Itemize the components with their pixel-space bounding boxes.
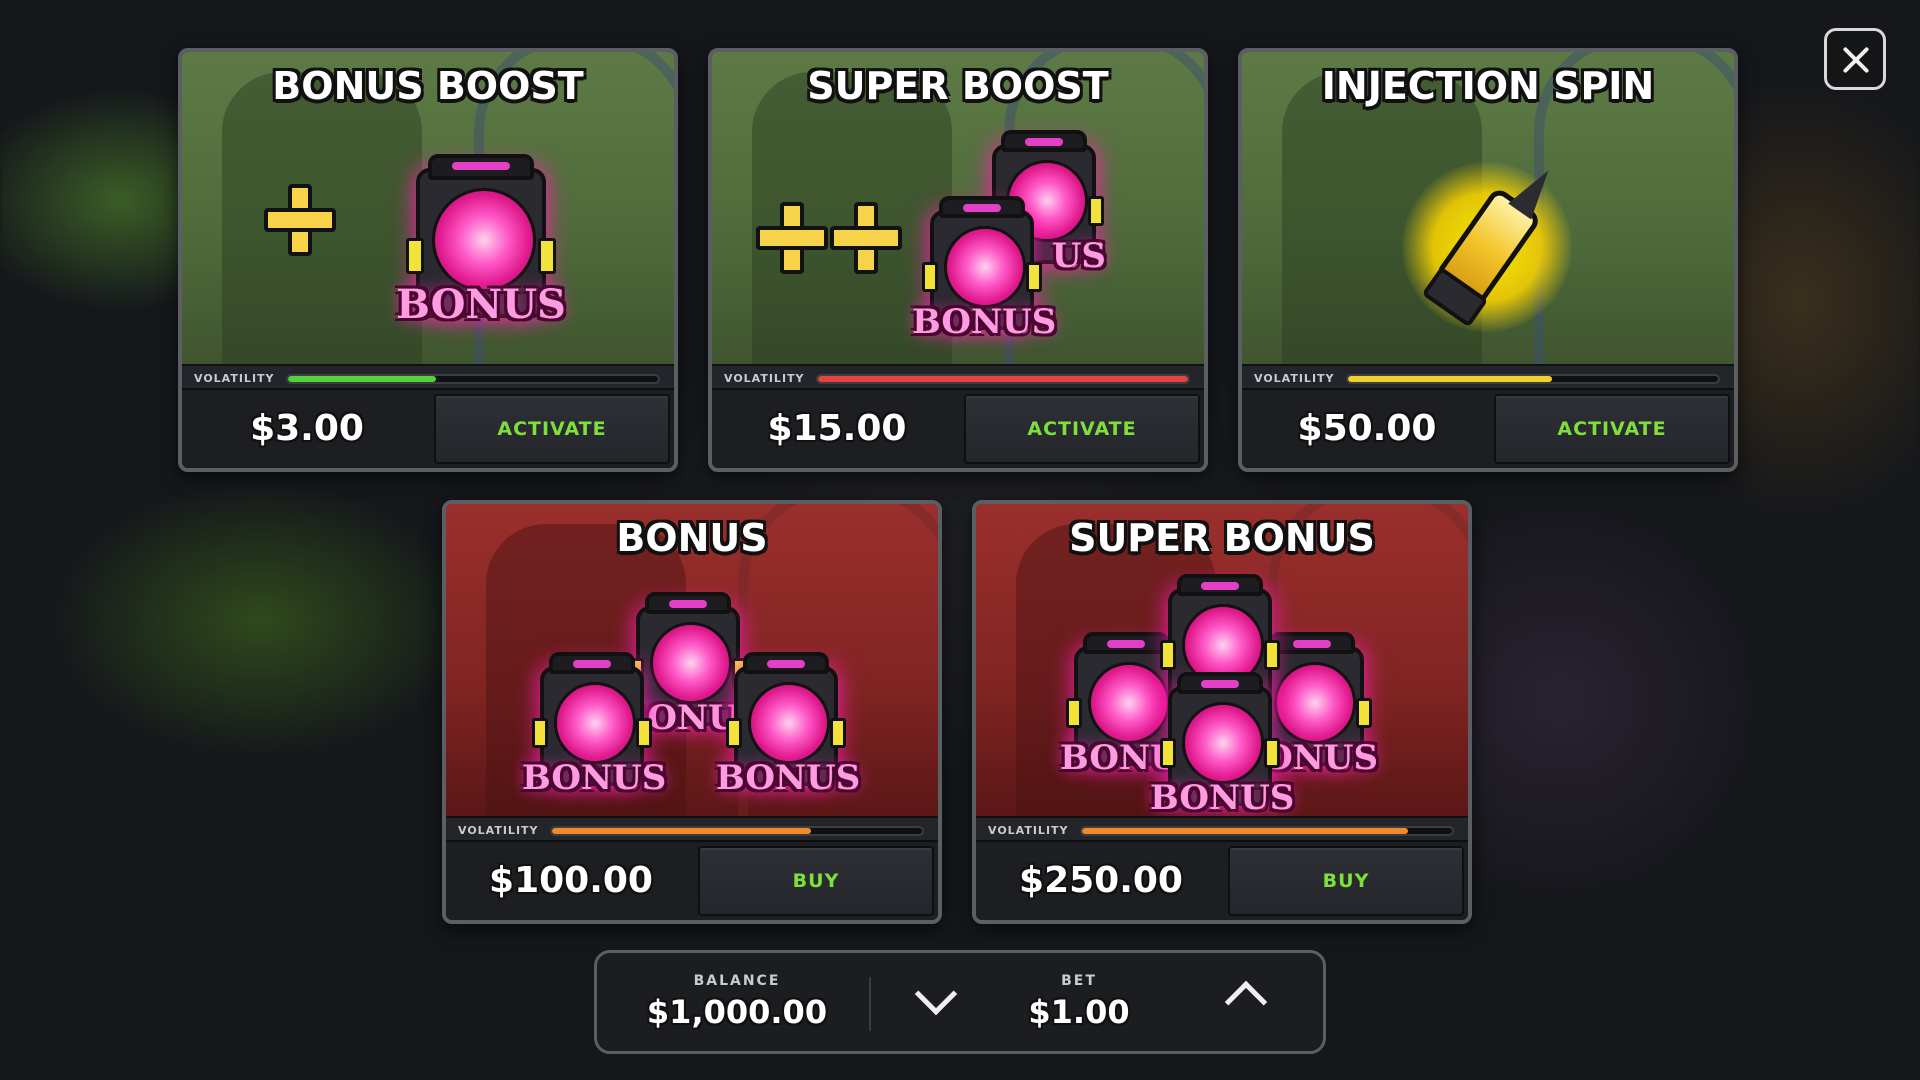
volatility-fill <box>552 828 811 834</box>
syringe-icon <box>1402 162 1572 332</box>
balance-label: BALANCE <box>693 973 781 989</box>
card-bonus: BONUS BONUS BONUS BONUS VOLATILITY $100.… <box>442 500 942 924</box>
card-title: SUPER BOOST <box>807 64 1109 108</box>
divider <box>869 977 871 1031</box>
plus-icon <box>756 202 828 274</box>
card-art: SUPER BONUS BONU ONUS BONUS <box>976 504 1468 816</box>
card-title: BONUS <box>616 516 768 560</box>
card-title: BONUS BOOST <box>272 64 584 108</box>
bet-value: $1.00 <box>1028 993 1130 1031</box>
card-title: INJECTION SPIN <box>1321 64 1655 108</box>
card-art: SUPER BOOST US BONUS <box>712 52 1204 364</box>
volatility-fill <box>1348 376 1552 382</box>
volatility-label: VOLATILITY <box>458 824 539 837</box>
activate-button[interactable]: ACTIVATE <box>964 394 1200 464</box>
close-icon[interactable] <box>1824 28 1886 90</box>
card-super-bonus: SUPER BONUS BONU ONUS BONUS VOLATILITY $… <box>972 500 1472 924</box>
activate-button[interactable]: ACTIVATE <box>1494 394 1730 464</box>
bonus-chest-icon: BONUS <box>716 648 860 798</box>
plus-icon <box>830 202 902 274</box>
bonus-chest-icon: BONUS <box>912 192 1056 342</box>
bonus-chest-icon: BONUS <box>396 148 566 328</box>
volatility-fill <box>288 376 436 382</box>
balance-bet-bar: BALANCE $1,000.00 BET $1.00 <box>594 950 1326 1054</box>
volatility-label: VOLATILITY <box>988 824 1069 837</box>
card-bonus-boost: BONUS BOOST BONUS VOLATILITY $3.00 ACTIV… <box>178 48 678 472</box>
card-art: INJECTION SPIN <box>1242 52 1734 364</box>
card-art: BONUS BONUS BONUS BONUS <box>446 504 938 816</box>
card-art: BONUS BOOST BONUS <box>182 52 674 364</box>
plus-icon <box>264 184 336 256</box>
price-label: $100.00 <box>489 860 653 901</box>
buy-button[interactable]: BUY <box>698 846 934 916</box>
volatility-fill <box>1082 828 1408 834</box>
price-label: $250.00 <box>1019 860 1183 901</box>
card-injection-spin: INJECTION SPIN VOLATILITY $50.00 ACTIVAT… <box>1238 48 1738 472</box>
chevron-down-icon[interactable] <box>907 972 967 1033</box>
bonus-chest-icon: BONUS <box>1150 668 1294 816</box>
volatility-label: VOLATILITY <box>194 372 275 385</box>
volatility-fill <box>818 376 1188 382</box>
card-title: SUPER BONUS <box>1069 516 1375 560</box>
bonus-chest-icon: BONUS <box>522 648 666 798</box>
balance-value: $1,000.00 <box>646 993 828 1031</box>
activate-button[interactable]: ACTIVATE <box>434 394 670 464</box>
bet-label: BET <box>1061 973 1097 989</box>
volatility-label: VOLATILITY <box>1254 372 1335 385</box>
price-label: $3.00 <box>250 408 364 449</box>
volatility-label: VOLATILITY <box>724 372 805 385</box>
price-label: $50.00 <box>1297 408 1437 449</box>
chevron-up-icon[interactable] <box>1217 967 1277 1027</box>
card-super-boost: SUPER BOOST US BONUS VOLATILITY $15.00 A… <box>708 48 1208 472</box>
price-label: $15.00 <box>767 408 907 449</box>
buy-button[interactable]: BUY <box>1228 846 1464 916</box>
